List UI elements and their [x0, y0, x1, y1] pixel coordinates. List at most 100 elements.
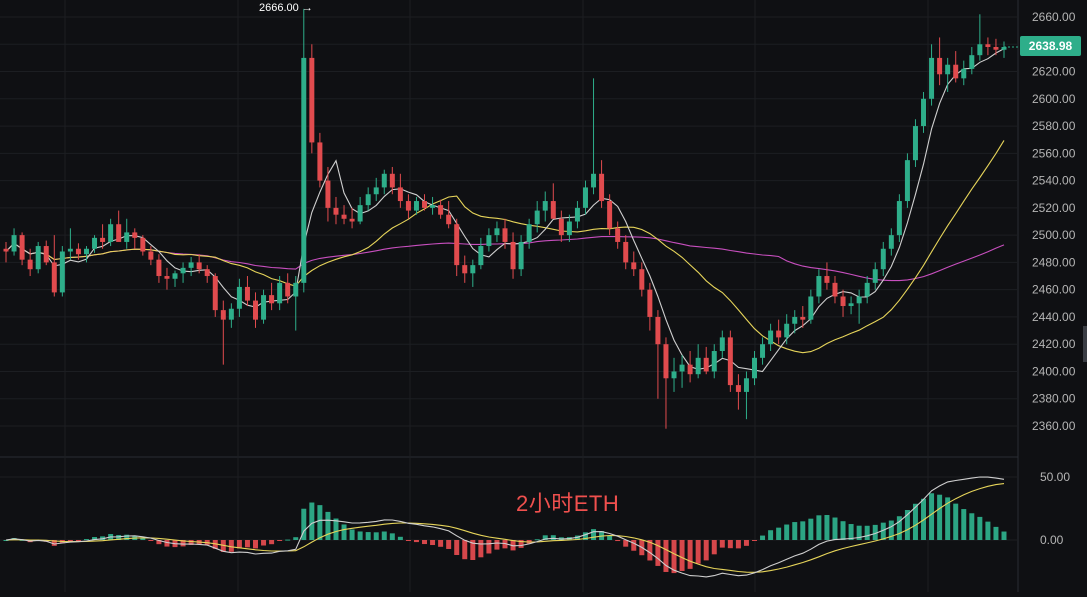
- histogram-bar: [840, 521, 846, 540]
- histogram-bar: [752, 540, 757, 541]
- y-tick-label: 2540.00: [1032, 174, 1076, 188]
- candle-body: [953, 64, 959, 79]
- candle-body: [768, 330, 774, 345]
- candle-body: [969, 55, 975, 69]
- histogram-bar: [655, 540, 661, 566]
- candle-body: [510, 241, 516, 270]
- candle-body: [148, 251, 154, 260]
- candle-body: [486, 235, 492, 247]
- histogram-bar: [977, 516, 983, 540]
- candle-body: [269, 295, 275, 304]
- candle-body: [124, 232, 130, 242]
- histogram-bar: [727, 540, 733, 549]
- candle-body: [35, 246, 41, 270]
- candle-body: [542, 201, 548, 211]
- y-tick-label: 2380.00: [1032, 392, 1076, 406]
- candle-body: [711, 351, 717, 372]
- candle-body: [615, 228, 621, 242]
- histogram-bar: [591, 529, 597, 540]
- candle-body: [116, 224, 122, 242]
- histogram-bar: [607, 535, 613, 540]
- candle-body: [132, 232, 138, 238]
- candle-body: [599, 173, 605, 202]
- candle-body: [647, 289, 653, 317]
- histogram-bar: [462, 540, 468, 560]
- candle-body: [140, 237, 146, 252]
- candle-body: [864, 282, 870, 297]
- candle-body: [59, 251, 65, 293]
- candle-body: [422, 201, 428, 208]
- histogram-bar: [478, 540, 484, 558]
- y-tick-label: 2420.00: [1032, 337, 1076, 351]
- candle-body: [727, 337, 733, 386]
- candle-body: [760, 344, 766, 358]
- histogram-bar: [413, 540, 419, 543]
- candle-body: [341, 214, 347, 219]
- histogram-bar: [389, 533, 395, 540]
- sub-y-tick-label: 0.00: [1040, 533, 1064, 547]
- histogram-bar: [969, 513, 975, 540]
- candle-body: [188, 262, 194, 268]
- candle-body: [100, 237, 106, 242]
- candle-body: [848, 303, 854, 307]
- candle-body: [558, 218, 564, 236]
- histogram-bar: [961, 509, 967, 540]
- candle-body: [792, 316, 798, 324]
- candle-body: [800, 316, 806, 320]
- scroll-handle[interactable]: [1083, 326, 1087, 362]
- histogram-bar: [438, 540, 444, 547]
- histogram-bar: [848, 524, 854, 540]
- candle-body: [824, 276, 830, 283]
- candle-body: [75, 248, 81, 255]
- candle-body: [574, 207, 580, 222]
- histogram-bar: [381, 531, 387, 540]
- candle-body: [462, 265, 468, 274]
- candle-body: [607, 201, 613, 229]
- candle-body: [373, 187, 379, 195]
- histogram-bar: [695, 540, 701, 564]
- candle-body: [43, 246, 49, 263]
- candle-body: [912, 126, 918, 161]
- histogram-bar: [760, 535, 766, 540]
- candle-body: [494, 228, 500, 236]
- histogram-bar: [454, 540, 460, 556]
- candle-body: [277, 282, 283, 304]
- candle-body: [703, 357, 709, 372]
- candle-body: [470, 265, 476, 274]
- y-tick-label: 2580.00: [1032, 119, 1076, 133]
- candle-body: [888, 235, 894, 249]
- candle-body: [19, 235, 25, 260]
- candle-body: [156, 259, 162, 277]
- histogram-bar: [711, 540, 717, 555]
- candle-body: [357, 205, 363, 222]
- candle-body: [687, 364, 693, 375]
- histogram-bar: [687, 540, 693, 569]
- histogram-bar: [735, 540, 741, 549]
- histogram-bar: [631, 540, 637, 551]
- histogram-bar: [671, 540, 677, 574]
- candle-body: [220, 310, 226, 320]
- candle-body: [832, 282, 838, 297]
- y-tick-label: 2360.00: [1032, 419, 1076, 433]
- histogram-bar: [784, 524, 790, 540]
- candle-body: [236, 286, 242, 309]
- histogram-bar: [75, 540, 81, 541]
- candle-body: [904, 160, 910, 202]
- candle-body: [518, 241, 524, 270]
- histogram-bar: [285, 539, 291, 541]
- overlay-title: 2小时ETH: [516, 491, 620, 516]
- histogram-bar: [357, 531, 363, 540]
- candle-body: [566, 221, 572, 236]
- histogram-bar: [293, 537, 299, 540]
- histogram-bar: [929, 493, 935, 540]
- histogram-bar: [269, 540, 275, 545]
- candle-body: [719, 337, 725, 352]
- histogram-bar: [550, 535, 556, 540]
- histogram-bar: [679, 540, 685, 571]
- candle-body: [333, 207, 339, 215]
- histogram-bar: [800, 521, 806, 540]
- histogram-bar: [405, 540, 411, 541]
- histogram-bar: [663, 540, 669, 572]
- candle-body: [365, 194, 371, 206]
- candle-body: [164, 276, 170, 279]
